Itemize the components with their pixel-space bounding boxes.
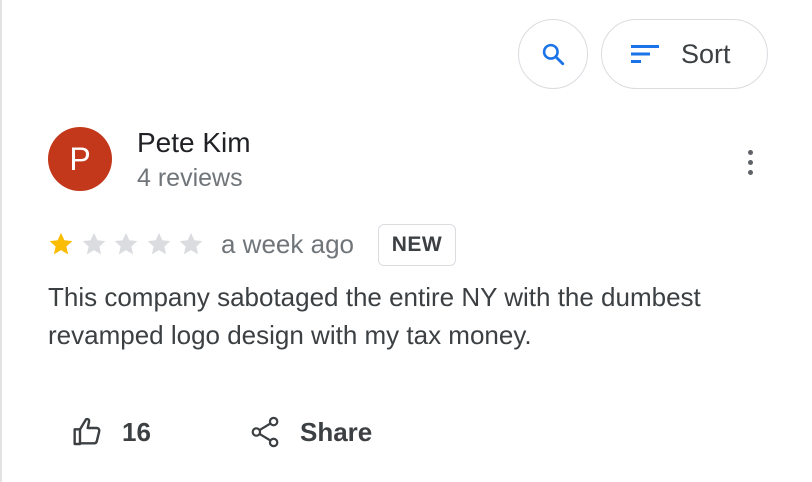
- more-vert-icon-dot: [747, 169, 753, 175]
- more-vert-icon: [747, 149, 753, 155]
- like-button[interactable]: 16: [72, 410, 151, 454]
- star-empty-icon: [114, 232, 138, 255]
- more-vert-icon-dot: [747, 159, 753, 165]
- star-filled-icon: [49, 232, 73, 255]
- search-icon: [542, 43, 565, 66]
- avatar-initial: P: [69, 140, 91, 177]
- star-rating: [47, 229, 210, 259]
- sort-lines-icon: [631, 45, 659, 63]
- share-label: Share: [300, 416, 373, 447]
- search-button[interactable]: [518, 19, 588, 89]
- share-button[interactable]: Share: [250, 410, 372, 454]
- star-empty-icon: [147, 232, 170, 255]
- star-empty-icon: [179, 232, 203, 255]
- share-icon: [251, 416, 279, 448]
- star-empty-icon: [82, 232, 105, 255]
- review-time: a week ago: [221, 229, 354, 259]
- review-text: This company sabotaged the entire NY wit…: [48, 282, 701, 350]
- avatar[interactable]: P: [48, 127, 112, 191]
- thumbs-up-icon: [73, 417, 101, 446]
- reviewer-review-count: 4 reviews: [137, 164, 243, 192]
- sort-label: Sort: [681, 38, 731, 69]
- like-count: 16: [122, 416, 151, 447]
- left-border: [0, 0, 2, 482]
- reviewer-name[interactable]: Pete Kim: [137, 127, 251, 159]
- new-badge: NEW: [378, 224, 456, 266]
- sort-button[interactable]: Sort: [601, 19, 768, 89]
- more-options-button[interactable]: [734, 142, 766, 182]
